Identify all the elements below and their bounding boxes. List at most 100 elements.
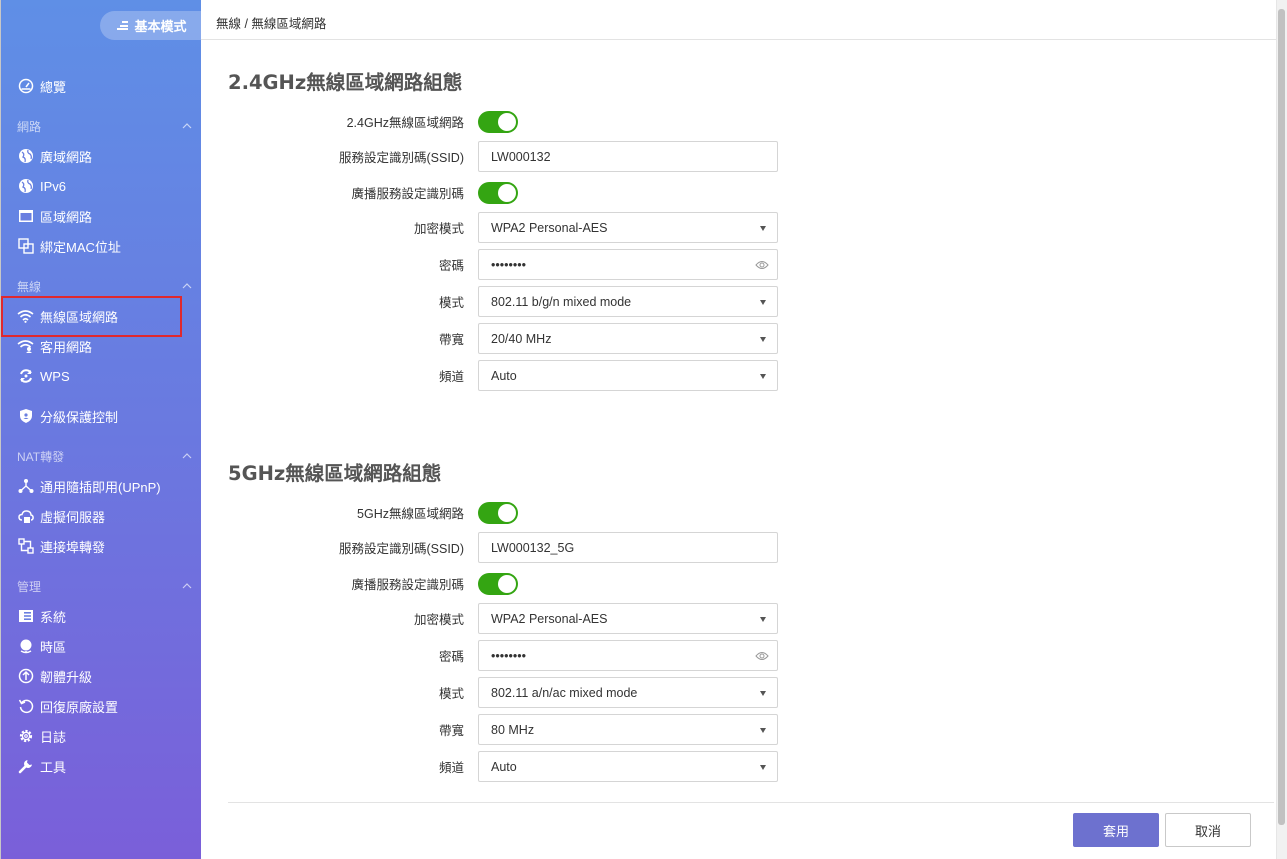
band24-channel-select[interactable]: Auto [478,360,778,391]
field-label: 密碼 [438,650,464,664]
band5-encryption-row: 加密模式 WPA2 Personal-AES [210,603,800,634]
section-management[interactable]: 管理 [17,577,197,595]
sidebar-item-wlan[interactable]: 無線區域網路 [17,306,118,326]
band5-channel-select[interactable]: Auto [478,751,778,782]
band5-mode-select[interactable]: 802.11 a/n/ac mixed mode [478,677,778,708]
sidebar-item-label: 時區 [40,639,67,655]
sidebar-item-mac-binding[interactable]: 綁定MAC位址 [17,236,121,256]
eye-icon[interactable] [755,259,769,271]
band24-broadcast-toggle[interactable] [478,181,518,204]
apply-button[interactable]: 套用 [1073,813,1159,847]
sidebar-item-guest[interactable]: 客用網路 [17,336,92,356]
field-label: 廣播服務設定識別碼 [351,578,464,592]
band24-password-input[interactable]: •••••••• [478,249,778,280]
band5-ssid-input[interactable]: LW000132_5G [478,532,778,563]
mode-toggle-icon [117,21,129,30]
band24-password-row: 密碼 •••••••• [210,249,800,280]
sidebar-item-lan[interactable]: 區域網路 [17,206,92,226]
select-value: WPA2 Personal-AES [491,611,608,626]
select-value: WPA2 Personal-AES [491,220,608,235]
wrench-icon [17,758,34,775]
band5-encryption-select[interactable]: WPA2 Personal-AES [478,603,778,634]
sidebar-item-overview[interactable]: 總覽 [17,76,66,96]
sidebar-item-factory-reset[interactable]: 回復原廠設置 [17,696,118,716]
sidebar-item-parental[interactable]: 分級保護控制 [17,406,118,426]
sidebar-item-label: 區域網路 [40,209,93,225]
eye-icon[interactable] [755,650,769,662]
dashboard-icon [17,78,34,95]
band5-broadcast-toggle[interactable] [478,572,518,595]
sidebar-item-port-forward[interactable]: 連接埠轉發 [17,536,105,556]
select-value: Auto [491,759,517,774]
band24-ssid-input[interactable]: LW000132 [478,141,778,172]
field-label: 服務設定識別碼(SSID) [338,542,464,556]
sidebar-item-label: 系統 [40,609,67,625]
section-label: 無線 [17,279,42,294]
select-value: 20/40 MHz [491,331,552,346]
field-label: 密碼 [438,259,464,273]
reset-icon [17,698,34,715]
select-value: 80 MHz [491,722,535,737]
chevron-up-icon [182,283,192,289]
sidebar-item-system[interactable]: 系統 [17,606,66,626]
field-label: 帶寬 [438,333,464,347]
sidebar-item-log[interactable]: 日誌 [17,726,66,746]
sidebar-item-ipv6[interactable]: IPv6 [17,176,66,196]
field-label: 頻道 [438,761,464,775]
section-label: 管理 [17,579,42,594]
sidebar-item-virtual-server[interactable]: 虛擬伺服器 [17,506,105,526]
network-binding-icon [17,238,34,255]
sidebar-item-label: 分級保護控制 [40,409,119,425]
section-network[interactable]: 網路 [17,117,197,135]
wifi-icon [17,308,34,325]
select-value: Auto [491,368,517,383]
band24-ssid-row: 服務設定識別碼(SSID) LW000132 [210,141,800,172]
cancel-button[interactable]: 取消 [1165,813,1251,847]
section-nat[interactable]: NAT轉發 [17,447,197,465]
sidebar-item-label: 廣域網路 [40,149,93,165]
field-label: 5GHz無線區域網路 [357,507,464,521]
sidebar-item-wan[interactable]: 廣域網路 [17,146,92,166]
sidebar-item-label: WPS [40,368,70,384]
dropdown-arrow-icon [760,617,766,622]
section-wireless[interactable]: 無線 [17,277,197,295]
band5-channel-row: 頻道 Auto [210,751,800,782]
field-label: 2.4GHz無線區域網路 [346,116,464,130]
sidebar-item-firmware[interactable]: 韌體升級 [17,666,92,686]
globe-icon [17,148,34,165]
band5-ssid-row: 服務設定識別碼(SSID) LW000132_5G [210,532,800,563]
field-label: 帶寬 [438,724,464,738]
sidebar-item-wps[interactable]: WPS [17,366,70,386]
sidebar-item-tools[interactable]: 工具 [17,756,66,776]
select-value: 802.11 a/n/ac mixed mode [491,685,638,700]
dropdown-arrow-icon [760,728,766,733]
band24-bandwidth-select[interactable]: 20/40 MHz [478,323,778,354]
sidebar-item-upnp[interactable]: 通用隨插即用(UPnP) [17,476,161,496]
field-label: 服務設定識別碼(SSID) [338,151,464,165]
band24-mode-select[interactable]: 802.11 b/g/n mixed mode [478,286,778,317]
band24-encryption-select[interactable]: WPA2 Personal-AES [478,212,778,243]
band24-broadcast-row: 廣播服務設定識別碼 [210,177,800,208]
sidebar-item-label: IPv6 [40,178,67,194]
section-label: 網路 [17,119,42,134]
sidebar: 基本模式 總覽 網路 廣域網路 IPv6 區域網路 綁定MAC位址 無線 無線區… [0,0,204,859]
field-label: 模式 [438,687,464,701]
sidebar-item-timezone[interactable]: 時區 [17,636,66,656]
band5-title: 5GHz無線區域網路組態 [228,462,442,485]
band24-enable-toggle[interactable] [478,110,518,133]
band24-mode-row: 模式 802.11 b/g/n mixed mode [210,286,800,317]
port-forward-icon [17,538,34,555]
band24-title: 2.4GHz無線區域網路組態 [228,71,463,94]
sidebar-item-label: 綁定MAC位址 [40,239,121,255]
band5-bandwidth-select[interactable]: 80 MHz [478,714,778,745]
sidebar-item-label: 回復原廠設置 [40,699,119,715]
basic-mode-button[interactable]: 基本模式 [100,11,204,40]
band24-channel-row: 頻道 Auto [210,360,800,391]
band24-bandwidth-row: 帶寬 20/40 MHz [210,323,800,354]
scrollbar-thumb[interactable] [1278,9,1285,825]
band5-enable-row: 5GHz無線區域網路 [210,497,800,528]
globe-icon [17,178,34,195]
band5-password-input[interactable]: •••••••• [478,640,778,671]
band24-encryption-row: 加密模式 WPA2 Personal-AES [210,212,800,243]
band5-enable-toggle[interactable] [478,501,518,524]
